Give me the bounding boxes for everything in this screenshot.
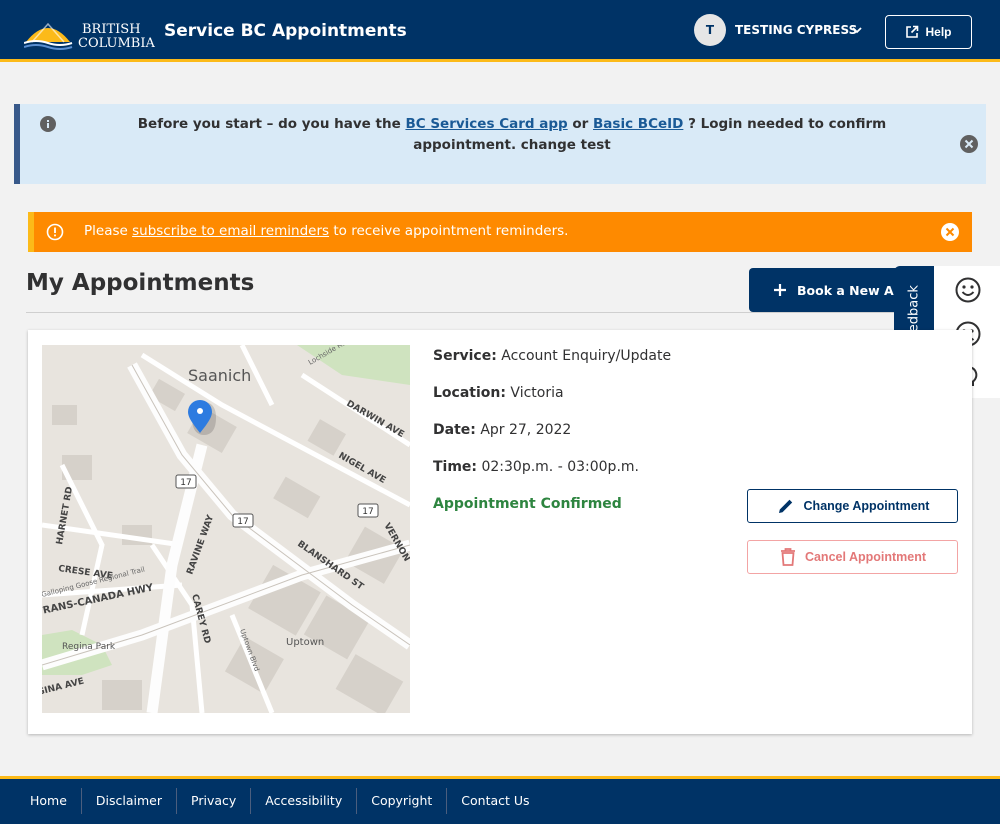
close-icon[interactable] — [960, 135, 978, 153]
bc-logo[interactable]: BRITISH COLUMBIA — [23, 12, 156, 52]
app-header: BRITISH COLUMBIA Service BC Appointments… — [0, 0, 1000, 62]
time-label: Time: — [433, 459, 478, 475]
footer-links: Home Disclaimer Privacy Accessibility Co… — [16, 788, 544, 814]
user-avatar[interactable]: T — [694, 14, 726, 46]
location-map[interactable]: 17 17 17 Saanich Uptown Regina Park DARW… — [42, 345, 410, 713]
alert-icon — [46, 223, 64, 241]
page-footer: Home Disclaimer Privacy Accessibility Co… — [0, 776, 1000, 824]
footer-link-home[interactable]: Home — [16, 788, 81, 814]
info-text-mid: or — [572, 116, 589, 132]
info-icon — [40, 116, 56, 132]
appointment-status: Appointment Confirmed — [433, 496, 622, 512]
reminder-banner: Please subscribe to email reminders to r… — [28, 212, 972, 252]
map-label-uptown: Uptown — [286, 637, 324, 648]
date-detail: Date: Apr 27, 2022 — [433, 422, 571, 438]
chevron-down-icon[interactable] — [851, 24, 863, 36]
map-label-regina-park: Regina Park — [62, 642, 116, 652]
smile-icon[interactable] — [954, 276, 982, 304]
route-shield-label: 17 — [362, 507, 373, 517]
plus-icon — [774, 284, 786, 296]
info-text-before: Before you start – do you have the — [137, 116, 401, 132]
footer-link-contact[interactable]: Contact Us — [446, 788, 543, 814]
bc-services-card-link[interactable]: BC Services Card app — [405, 116, 567, 132]
route-shield-label: 17 — [237, 517, 248, 527]
change-appointment-label: Change Appointment — [803, 499, 930, 513]
route-shield: 17 — [357, 503, 379, 518]
service-value: Account Enquiry/Update — [501, 348, 672, 364]
app-title[interactable]: Service BC Appointments — [164, 21, 407, 41]
info-banner-text: Before you start – do you have the BC Se… — [86, 114, 938, 156]
cancel-appointment-label: Cancel Appointment — [804, 550, 927, 564]
service-detail: Service: Account Enquiry/Update — [433, 348, 671, 364]
location-label: Location: — [433, 385, 506, 401]
location-value: Victoria — [510, 385, 564, 401]
help-button[interactable]: Help — [885, 15, 972, 49]
subscribe-reminders-link[interactable]: subscribe to email reminders — [132, 223, 329, 239]
pencil-icon — [778, 499, 792, 513]
logo-text-columbia: COLUMBIA — [78, 36, 155, 51]
info-banner: Before you start – do you have the BC Se… — [14, 104, 986, 184]
date-value: Apr 27, 2022 — [480, 422, 572, 438]
route-shield: 17 — [232, 513, 254, 528]
footer-link-disclaimer[interactable]: Disclaimer — [80, 788, 176, 814]
change-appointment-button[interactable]: Change Appointment — [747, 489, 958, 523]
basic-bceid-link[interactable]: Basic BCeID — [593, 116, 683, 132]
cancel-appointment-button[interactable]: Cancel Appointment — [747, 540, 958, 574]
footer-link-accessibility[interactable]: Accessibility — [250, 788, 356, 814]
time-value: 02:30p.m. - 03:00p.m. — [481, 459, 639, 475]
trash-icon — [780, 548, 795, 566]
help-button-label: Help — [925, 25, 952, 39]
reminder-text-after: to receive appointment reminders. — [333, 223, 569, 239]
appointment-card: 17 17 17 Saanich Uptown Regina Park DARW… — [28, 330, 972, 734]
footer-link-copyright[interactable]: Copyright — [356, 788, 446, 814]
map-label-saanich: Saanich — [188, 366, 251, 385]
time-detail: Time: 02:30p.m. - 03:00p.m. — [433, 459, 639, 475]
reminder-text-before: Please — [84, 223, 128, 239]
close-icon[interactable] — [941, 223, 959, 241]
footer-link-privacy[interactable]: Privacy — [176, 788, 250, 814]
page-title: My Appointments — [26, 270, 255, 296]
service-label: Service: — [433, 348, 497, 364]
divider — [26, 312, 972, 313]
route-shield: 17 — [175, 474, 197, 489]
external-link-icon — [906, 25, 919, 38]
logo-text-british: BRITISH — [82, 22, 141, 37]
date-label: Date: — [433, 422, 476, 438]
location-detail: Location: Victoria — [433, 385, 564, 401]
reminder-banner-text: Please subscribe to email reminders to r… — [84, 223, 568, 239]
route-shield-label: 17 — [180, 478, 191, 488]
user-name[interactable]: TESTING CYPRESS — [735, 23, 857, 37]
